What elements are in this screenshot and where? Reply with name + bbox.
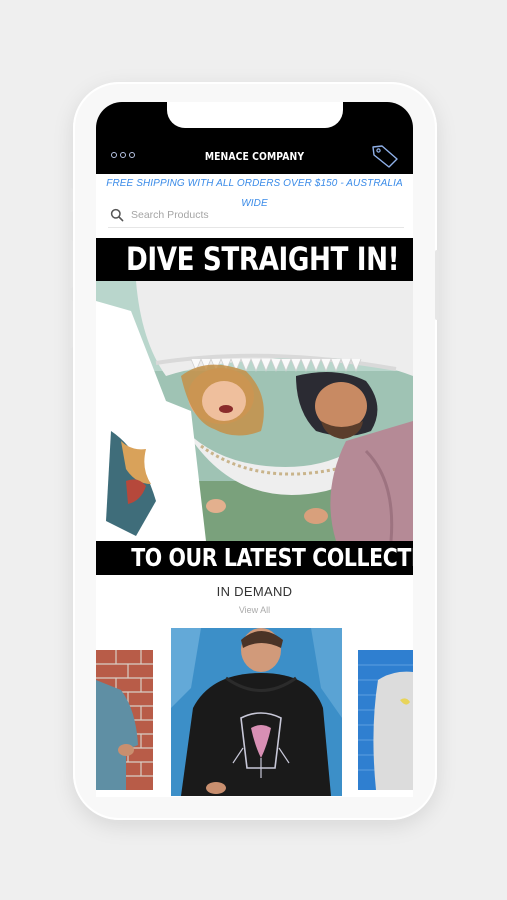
view-all-link[interactable]: View All [96, 605, 413, 615]
section-title-in-demand: IN DEMAND [216, 584, 293, 599]
product-card-left[interactable] [96, 650, 153, 790]
hero-image[interactable] [96, 281, 413, 541]
search-bar[interactable] [108, 202, 404, 228]
shipping-announcement: FREE SHIPPING WITH ALL ORDERS OVER $150 … [106, 178, 403, 209]
phone-mute-button [69, 188, 73, 212]
price-tag-icon[interactable] [370, 143, 400, 169]
phone-volume-down-button [69, 300, 73, 348]
search-input[interactable] [131, 208, 381, 221]
product-image [358, 650, 413, 790]
app-header: MENACE COMPANY [96, 102, 413, 174]
product-image [96, 650, 153, 790]
hero-photo-shark-mouth [96, 281, 413, 541]
product-image [171, 628, 342, 796]
phone-volume-up-button [69, 240, 73, 288]
search-icon [110, 208, 124, 221]
product-card-center[interactable] [171, 628, 342, 796]
phone-power-button [435, 250, 439, 320]
product-card-right[interactable] [358, 650, 413, 790]
app-screen: MENACE COMPANY FREE SHIPPING WITH ALL OR… [96, 102, 413, 797]
hero-headline-bottom: TO OUR LATEST COLLECTION [96, 541, 413, 575]
phone-notch [167, 102, 343, 128]
hero-headline-top: DIVE STRAIGHT IN! [96, 238, 413, 281]
brand-title: MENACE COMPANY [204, 151, 305, 163]
